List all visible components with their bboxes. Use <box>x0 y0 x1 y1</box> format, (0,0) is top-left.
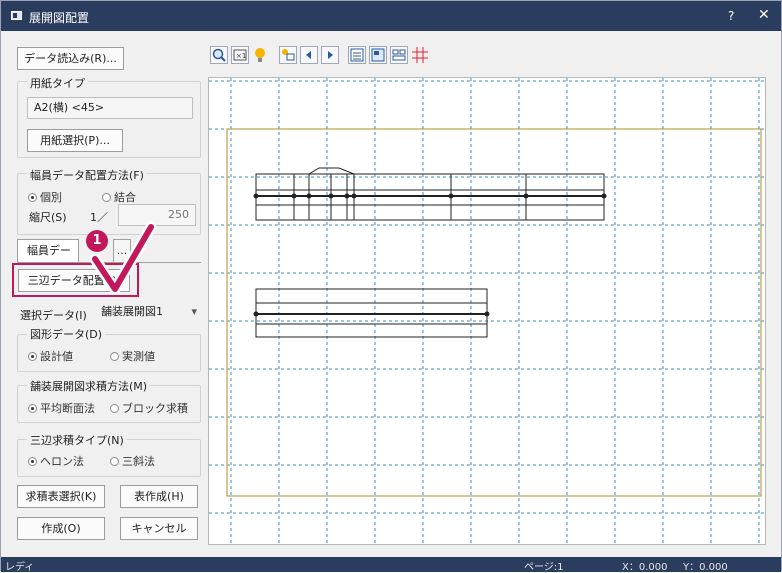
align-icon[interactable] <box>390 46 408 64</box>
select-data-label: 選択データ(I) <box>20 309 87 322</box>
width-drawing-2 <box>255 288 488 338</box>
sankata-type-legend: 三辺求積タイプ(N) <box>27 432 127 448</box>
cancel-button[interactable]: キャンセル <box>120 517 198 540</box>
radio-dot-icon <box>28 404 37 413</box>
width-method-legend: 幅員データ配置方法(F) <box>27 167 147 183</box>
grid-icon[interactable] <box>411 46 429 64</box>
radio-sansha[interactable]: 三斜法 <box>110 453 155 469</box>
radio-join[interactable]: 結合 <box>102 189 136 205</box>
radio-dot-icon <box>28 352 37 361</box>
zoom-fit-icon[interactable]: ×1 <box>231 46 249 64</box>
radio-average-section[interactable]: 平均断面法 <box>28 400 95 416</box>
area-table-select-button[interactable]: 求積表選択(K) <box>17 485 105 508</box>
radio-measured-value[interactable]: 実測値 <box>110 348 155 364</box>
radio-dot-icon <box>110 404 119 413</box>
scale-label: 縮尺(S) <box>29 211 67 224</box>
radio-block-area[interactable]: ブロック求積 <box>110 400 188 416</box>
tab-width-data[interactable]: 幅員デー <box>17 239 79 262</box>
check-mark-icon <box>89 221 157 295</box>
make-table-button[interactable]: 表作成(H) <box>120 485 198 508</box>
radio-dot-icon <box>28 193 37 202</box>
layout-drawing <box>209 78 765 544</box>
radio-dot-icon <box>110 457 119 466</box>
dialog-window: 展開図配置 ? ✕ データ読込み(R)... 用紙タイプ A2(横) <45> … <box>0 0 782 573</box>
close-button[interactable]: ✕ <box>758 7 770 23</box>
title-bar: 展開図配置 ? ✕ <box>1 1 781 31</box>
app-icon <box>11 11 22 20</box>
paper-select-button[interactable]: 用紙選択(P)... <box>27 129 123 152</box>
status-bar: レディ ページ:1 X：0.000 Y：0.000 <box>1 557 781 573</box>
prev-page-icon[interactable] <box>300 46 318 64</box>
radio-dot-icon <box>28 457 37 466</box>
radio-dot-icon <box>110 352 119 361</box>
shape-data-legend: 図形データ(D) <box>27 326 106 342</box>
area-method-legend: 舗装展開図求積方法(M) <box>27 378 151 394</box>
paper-type-legend: 用紙タイプ <box>27 75 88 91</box>
list-icon[interactable] <box>348 46 366 64</box>
window-title: 展開図配置 <box>29 11 90 25</box>
zoom-icon[interactable] <box>210 46 228 64</box>
radio-individual[interactable]: 個別 <box>28 189 62 205</box>
radio-design-value[interactable]: 設計値 <box>28 348 73 364</box>
select-data-dropdown[interactable]: 舗装展開図1 ▾ <box>97 301 201 323</box>
select-data-value: 舗装展開図1 <box>101 305 163 318</box>
radio-heron[interactable]: ヘロン法 <box>28 453 84 469</box>
light-icon[interactable] <box>252 46 270 64</box>
create-button[interactable]: 作成(O) <box>17 517 105 540</box>
svg-text:×1: ×1 <box>236 52 246 60</box>
layout-icon[interactable] <box>369 46 387 64</box>
move-icon[interactable] <box>279 46 297 64</box>
layout-canvas[interactable] <box>208 77 766 545</box>
paper-border <box>226 128 762 497</box>
help-button[interactable]: ? <box>728 9 734 23</box>
next-page-icon[interactable] <box>321 46 339 64</box>
chevron-down-icon: ▾ <box>191 305 197 318</box>
paper-type-field: A2(横) <45> <box>27 97 193 119</box>
radio-dot-icon <box>102 193 111 202</box>
data-read-button[interactable]: データ読込み(R)... <box>17 47 124 70</box>
